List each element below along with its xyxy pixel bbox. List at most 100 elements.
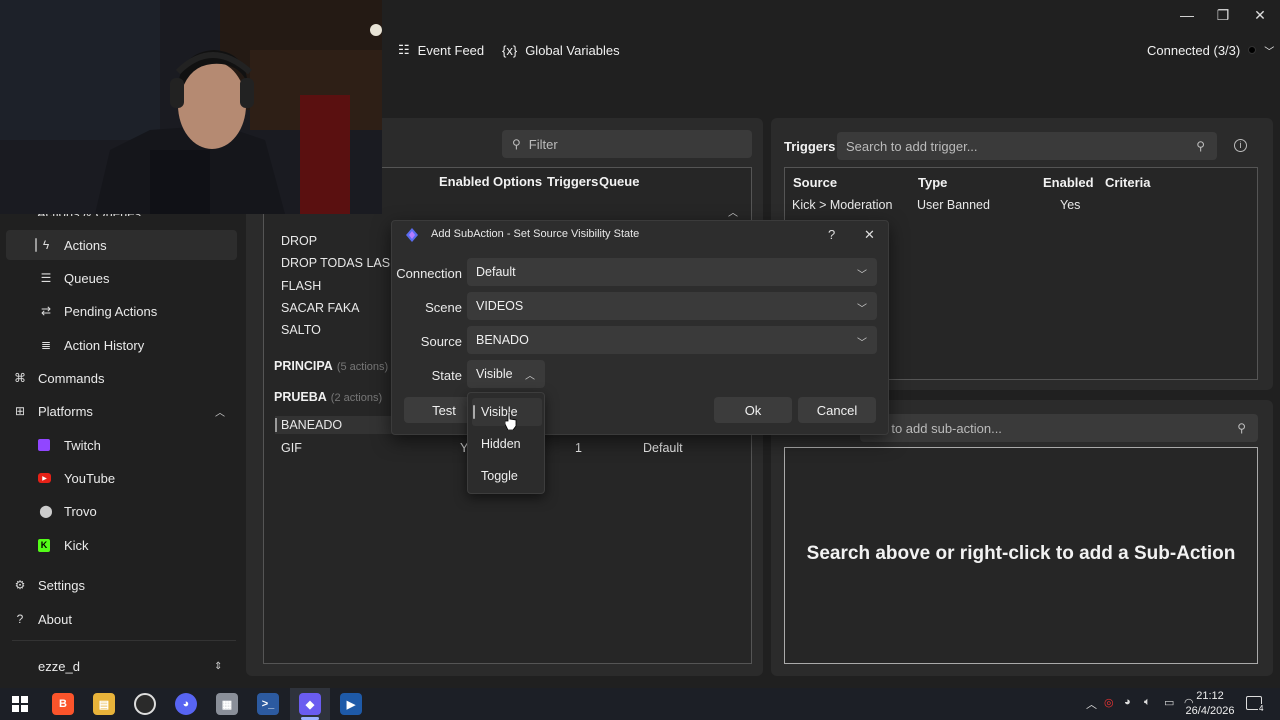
col-queue[interactable]: Queue [599, 174, 639, 189]
windows-taskbar: B ▤ ◕ ▦ >_ ◆ ▶ ︿ ◎ ◕ 🔈︎ ▭ ◠ 21:12 26/4/2… [0, 688, 1280, 720]
powershell-icon[interactable]: >_ [257, 693, 279, 715]
source-label: Source [420, 334, 462, 349]
dialog-title: Add SubAction - Set Source Visibility St… [431, 228, 640, 240]
tray-discord-icon[interactable]: ◕ [1124, 696, 1131, 708]
variables-icon: {x} [502, 42, 518, 58]
sidebar-item-queues[interactable]: ☰ Queues [0, 263, 238, 293]
taskbar-time[interactable]: 21:12 [1190, 690, 1230, 702]
status-dot-icon [1248, 46, 1257, 54]
cancel-button[interactable]: Cancel [798, 397, 876, 423]
col-options[interactable]: Options [493, 174, 542, 189]
action-row-sacar-faka[interactable]: SACAR FAKA [281, 301, 360, 315]
info-icon[interactable]: i [1234, 139, 1247, 152]
action-row-baneado[interactable]: BANEADO [281, 418, 342, 432]
minimize-button[interactable]: — [1172, 4, 1202, 26]
action-row-drop-todas[interactable]: DROP TODAS LAS AR [281, 256, 391, 270]
sidebar-item-action-history[interactable]: ≣ Action History [0, 330, 238, 360]
help-button[interactable]: ? [828, 227, 835, 242]
state-option-hidden[interactable]: Hidden [472, 430, 542, 458]
sidebar-item-label: Actions [64, 237, 107, 253]
group-principal[interactable]: PRINCIPA (5 actions) [274, 359, 388, 373]
connection-label: Connection [396, 266, 462, 281]
state-select[interactable]: Visible ︿ [467, 360, 545, 388]
trigger-col-enabled[interactable]: Enabled [1043, 175, 1094, 190]
action-row-flash[interactable]: FLASH [281, 279, 321, 293]
list-icon: ☷ [398, 42, 410, 57]
trigger-search-placeholder: Search to add trigger... [846, 138, 978, 154]
sidebar-item-label: Settings [38, 577, 85, 593]
trigger-col-source[interactable]: Source [793, 175, 837, 190]
col-triggers[interactable]: Triggers [547, 174, 598, 189]
network-icon[interactable]: ▭ [1164, 696, 1174, 709]
sidebar-item-youtube[interactable]: ▶ YouTube [0, 463, 238, 493]
selected-row-marker [275, 418, 277, 432]
connection-select[interactable]: Default ﹀ [467, 258, 877, 286]
tray-app-icon[interactable]: ◎ [1104, 696, 1114, 709]
user-switcher[interactable]: ezze_d ⇕ [0, 651, 238, 681]
media-player-icon[interactable]: ▶ [340, 693, 362, 715]
sidebar-item-pending-actions[interactable]: ⇄ Pending Actions [0, 296, 238, 326]
trigger-row-enabled[interactable]: Yes [1060, 198, 1080, 212]
sidebar-item-kick[interactable]: K Kick [0, 530, 238, 560]
action-row-salto[interactable]: SALTO [281, 323, 321, 337]
group-name: PRINCIPA [274, 359, 333, 373]
group-prueba[interactable]: PRUEBA (2 actions) [274, 390, 382, 404]
question-icon: ? [16, 612, 24, 626]
obs-icon[interactable] [134, 693, 156, 715]
bolt-icon: ϟ [42, 238, 50, 252]
tray-chevron-icon[interactable]: ︿ [1086, 696, 1097, 712]
state-value: Visible [476, 367, 513, 381]
trigger-col-criteria[interactable]: Criteria [1105, 175, 1151, 190]
command-icon: ⌘ [14, 371, 26, 385]
subaction-search-input[interactable]: ch to add sub-action... ⚲ [860, 414, 1258, 442]
sidebar-item-label: Commands [38, 370, 105, 386]
queue-icon: ☰ [40, 271, 52, 285]
windows-start-icon[interactable] [9, 693, 31, 715]
sidebar-item-platforms[interactable]: ⊞ Platforms ︿ [0, 396, 238, 426]
global-variables-tab[interactable]: {x} Global Variables [502, 40, 620, 60]
source-select[interactable]: BENADO ﹀ [467, 326, 877, 354]
add-subaction-dialog: Add SubAction - Set Source Visibility St… [391, 220, 889, 435]
sidebar-item-settings[interactable]: ⚙ Settings [0, 570, 238, 600]
gear-icon: ⚙ [14, 578, 26, 592]
collapse-group-icon[interactable]: ︿ [728, 204, 738, 219]
dialog-close-button[interactable]: ✕ [864, 227, 875, 243]
file-explorer-icon[interactable]: ▤ [93, 693, 115, 715]
global-variables-label: Global Variables [525, 42, 620, 58]
connection-status[interactable]: Connected (3/3) ﹀ [1147, 40, 1274, 60]
action-row-drop[interactable]: DROP [281, 234, 317, 248]
sidebar-item-label: Action History [64, 337, 145, 353]
app-icon[interactable]: ▦ [216, 693, 238, 715]
search-icon: ⚲ [512, 137, 521, 151]
trigger-row-source[interactable]: Kick > Moderation [792, 198, 892, 212]
streamerbot-taskbar-icon[interactable]: ◆ [299, 693, 321, 715]
sidebar-item-trovo[interactable]: ⬤ Trovo [0, 496, 238, 526]
scene-select[interactable]: VIDEOS ﹀ [467, 292, 877, 320]
sidebar-item-label: Pending Actions [64, 303, 158, 319]
twitch-icon [38, 439, 50, 451]
state-option-toggle[interactable]: Toggle [472, 462, 542, 490]
subactions-empty-message: Search above or right-click to add a Sub… [806, 543, 1236, 564]
discord-icon[interactable]: ◕ [175, 693, 197, 715]
sidebar-item-about[interactable]: ? About [0, 604, 238, 634]
sidebar-item-twitch[interactable]: Twitch [0, 430, 238, 460]
close-window-button[interactable]: ✕ [1245, 4, 1275, 26]
trigger-col-type[interactable]: Type [918, 175, 947, 190]
taskbar-date[interactable]: 26/4/2026 [1180, 705, 1240, 717]
action-row-gif[interactable]: GIF [281, 441, 302, 455]
trigger-row-type[interactable]: User Banned [917, 198, 990, 212]
volume-icon[interactable]: 🔈︎ [1144, 696, 1151, 709]
restore-button[interactable]: ❐ [1208, 4, 1238, 26]
sidebar-item-commands[interactable]: ⌘ Commands [0, 363, 238, 393]
ok-button[interactable]: Ok [714, 397, 792, 423]
sidebar-item-label: Platforms [38, 403, 93, 419]
streamerbot-logo-icon [406, 228, 418, 242]
event-feed-tab[interactable]: ☷ Event Feed [398, 40, 484, 60]
platforms-icon: ⊞ [14, 404, 26, 418]
brave-browser-icon[interactable]: B [52, 693, 74, 715]
sidebar-item-actions[interactable]: ϟ Actions [6, 230, 237, 260]
actions-filter-input[interactable]: ⚲ Filter [502, 130, 752, 158]
col-enabled[interactable]: Enabled [439, 174, 490, 189]
sidebar-item-label: Queues [64, 270, 110, 286]
trigger-search-input[interactable]: Search to add trigger... ⚲ [837, 132, 1217, 160]
